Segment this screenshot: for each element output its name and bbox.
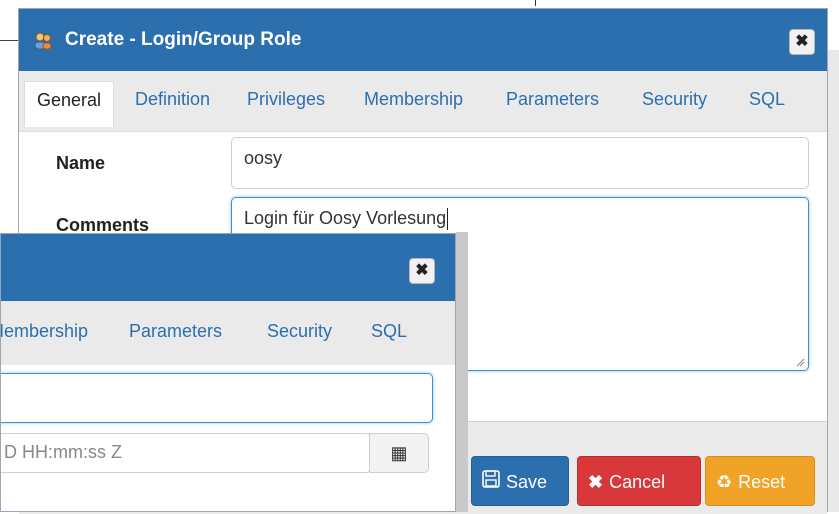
floppy-disk-icon <box>482 457 500 507</box>
dialog-tabs: General Definition Privileges Membership… <box>19 71 827 132</box>
close-button[interactable]: ✖ <box>409 258 435 284</box>
password-input[interactable] <box>1 373 433 423</box>
dialog-body: D HH:mm:ss Z ▦ <box>1 365 455 511</box>
name-value: oosy <box>244 148 283 168</box>
dialog-title: Create - Login/Group Role <box>65 29 302 50</box>
dialog-shadow <box>456 232 468 512</box>
resize-handle-icon[interactable] <box>795 357 805 367</box>
save-label: Save <box>506 472 548 492</box>
group-role-icon <box>34 32 52 50</box>
tab-sql[interactable]: SQL <box>749 89 785 110</box>
reset-button[interactable]: ♻ Reset <box>705 456 815 506</box>
save-button[interactable]: Save <box>471 456 569 506</box>
tab-parameters[interactable]: Parameters <box>506 89 599 110</box>
comments-value: Login für Oosy Vorlesung <box>244 208 447 228</box>
date-placeholder: D HH:mm:ss Z <box>4 442 122 462</box>
tab-security[interactable]: Security <box>642 89 707 110</box>
tab-general[interactable]: General <box>24 81 115 127</box>
dialog-titlebar[interactable]: Create - Login/Group Role ✖ <box>19 9 827 71</box>
tab-privileges[interactable]: Privileges <box>247 89 325 110</box>
tab-membership[interactable]: Membership <box>364 89 463 110</box>
account-expires-input[interactable]: D HH:mm:ss Z <box>1 433 371 473</box>
dialog-tabs: Membership Parameters Security SQL <box>1 301 455 366</box>
calendar-icon: ▦ <box>390 443 408 463</box>
tab-definition[interactable]: Definition <box>135 89 210 110</box>
close-button[interactable]: ✖ <box>789 29 815 55</box>
tab-sql[interactable]: SQL <box>371 321 407 342</box>
close-icon: ✖ <box>415 262 429 279</box>
reset-label: Reset <box>738 472 786 492</box>
tab-membership[interactable]: Membership <box>1 321 88 342</box>
cancel-label: Cancel <box>609 472 666 492</box>
cancel-button[interactable]: ✖ Cancel <box>577 456 701 506</box>
x-icon: ✖ <box>588 472 604 492</box>
tab-security[interactable]: Security <box>267 321 332 342</box>
text-cursor <box>447 208 449 231</box>
name-input[interactable]: oosy <box>231 137 809 189</box>
tab-parameters[interactable]: Parameters <box>129 321 222 342</box>
close-icon: ✖ <box>795 33 809 50</box>
create-login-group-role-dialog-front: ✖ Membership Parameters Security SQL D H… <box>0 233 456 512</box>
name-label: Name <box>56 153 106 173</box>
background-tick <box>535 0 536 6</box>
calendar-button[interactable]: ▦ <box>369 433 429 473</box>
dialog-titlebar[interactable]: ✖ <box>1 234 455 301</box>
recycle-icon: ♻ <box>716 472 733 492</box>
